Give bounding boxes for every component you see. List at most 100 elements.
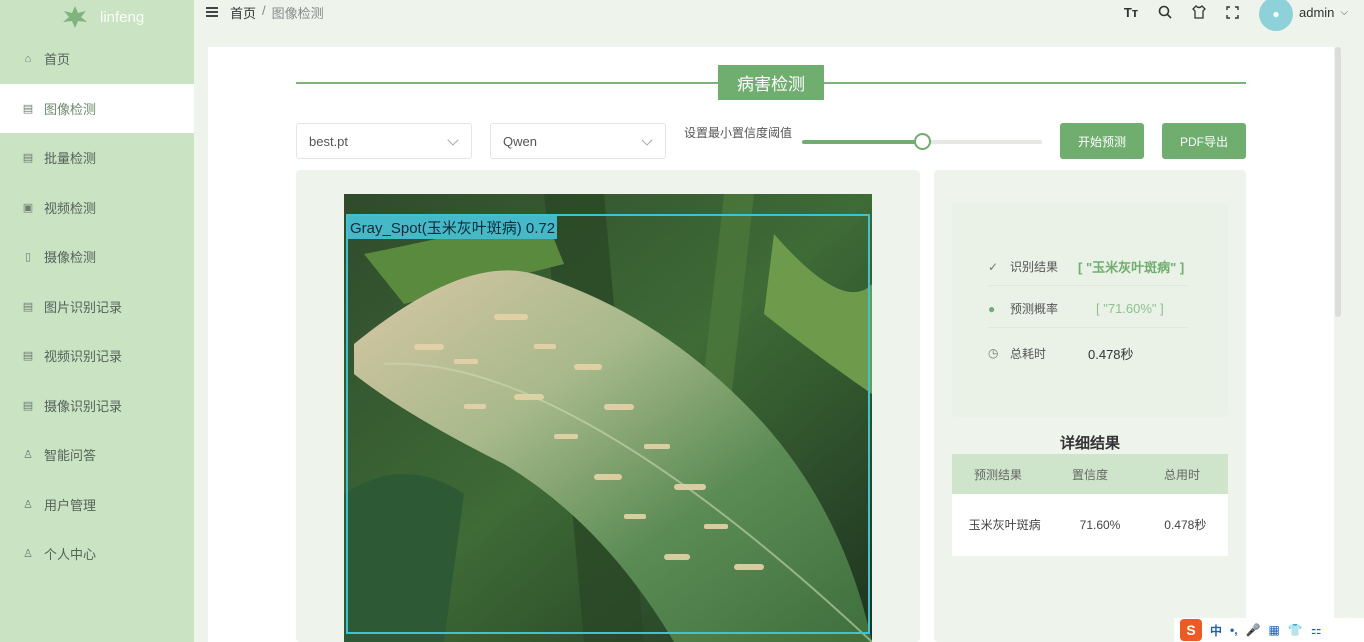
sidebar-item-5[interactable]: ▤ 图片识别记录 — [0, 282, 194, 332]
page-title: 病害检测 — [718, 65, 824, 100]
ime-logo-icon[interactable]: S — [1180, 619, 1202, 641]
table-row: 玉米灰叶斑病 71.60% 0.478秒 — [952, 494, 1228, 556]
probability-label: 预测概率 — [1010, 302, 1059, 316]
sidebar-item-1[interactable]: ▤ 图像检测 — [0, 83, 194, 133]
top-bar: 首页 / 图像检测 Tт ● admin ⌵ — [194, 0, 1364, 31]
user-menu[interactable]: ● admin ⌵ — [1258, 0, 1348, 31]
keyboard-icon[interactable]: ▦ — [1269, 623, 1280, 637]
sidebar-item-0[interactable]: ⌂ 首页 — [0, 34, 194, 84]
search-icon[interactable] — [1157, 4, 1173, 20]
sidebar-item-7[interactable]: ▤ 摄像识别记录 — [0, 381, 194, 431]
table-header-cell: 置信度 — [1071, 467, 1108, 482]
main-card: 病害检测 best.pt Qwen 设置最小置信度阈值 开始预测 PDF导出 G… — [208, 47, 1334, 642]
chevron-down-icon — [641, 134, 653, 146]
logo: linfeng — [0, 0, 194, 34]
chevron-down-icon — [447, 134, 459, 146]
confidence-label: 设置最小置信度阈值 — [684, 126, 793, 140]
user-icon: ♙ — [23, 449, 33, 462]
pdf-export-button[interactable]: PDF导出 — [1162, 123, 1246, 159]
sidebar-item-label: 个人中心 — [44, 547, 97, 563]
sidebar-item-8[interactable]: ♙ 智能问答 — [0, 430, 194, 480]
camera-icon: ▯ — [24, 251, 32, 264]
ime-lang-toggle[interactable]: 中 — [1210, 622, 1222, 639]
skin-icon[interactable]: 👕 — [1288, 623, 1303, 637]
sidebar-item-label: 批量检测 — [44, 151, 97, 167]
theme-icon[interactable] — [1191, 4, 1207, 20]
sidebar: linfeng ⌂ 首页 ▤ 图像检测 ▤ 批量检测 ▣ 视频检测 ▯ 摄像检测 ▤ 图片识别记录 ▤ 视… — [0, 0, 194, 642]
top-tools: Tт ● admin ⌵ — [1123, 0, 1348, 31]
slider-handle[interactable] — [914, 133, 931, 150]
probability-value: [ "71.60%" ] — [1096, 301, 1164, 316]
sidebar-item-6[interactable]: ▤ 视频识别记录 — [0, 331, 194, 381]
time-value: 0.478秒 — [1088, 346, 1134, 362]
llm-select-value: Qwen — [503, 133, 537, 149]
sidebar-item-2[interactable]: ▤ 批量检测 — [0, 133, 194, 183]
model-select[interactable]: best.pt — [296, 123, 472, 159]
detection-label: Gray_Spot(玉米灰叶斑病) 0.72 — [348, 216, 558, 239]
sidebar-nav: ⌂ 首页 ▤ 图像检测 ▤ 批量检测 ▣ 视频检测 ▯ 摄像检测 ▤ 图片识别记录 ▤ 视频识别记录 ▤ 摄像… — [0, 34, 194, 579]
microphone-icon[interactable]: 🎤 — [1246, 623, 1261, 637]
app-name: linfeng — [100, 8, 145, 26]
breadcrumb: 首页 / 图像检测 — [230, 3, 324, 22]
table-cell: 0.478秒 — [1164, 517, 1207, 532]
user-name: admin — [1298, 4, 1335, 20]
breadcrumb-home[interactable]: 首页 — [230, 3, 256, 22]
table-cell: 玉米灰叶斑病 — [968, 517, 1041, 532]
user-icon: ♙ — [23, 498, 33, 511]
recognition-row: ✓ 识别结果 [ "玉米灰叶斑病" ] — [988, 248, 1188, 286]
batch-icon: ▤ — [22, 152, 34, 165]
confidence-slider[interactable] — [802, 133, 1042, 150]
sidebar-item-label: 摄像识别记录 — [44, 398, 123, 414]
sidebar-item-label: 用户管理 — [44, 497, 97, 513]
chevron-down-icon: ⌵ — [1340, 6, 1348, 18]
sidebar-item-label: 首页 — [44, 52, 71, 68]
recognition-value: [ "玉米灰叶斑病" ] — [1078, 260, 1185, 275]
result-panel: ✓ 识别结果 [ "玉米灰叶斑病" ] ● 预测概率 [ "71.60%" ] … — [934, 170, 1246, 642]
grid-icon[interactable]: ⚏ — [1311, 623, 1322, 637]
sidebar-item-3[interactable]: ▣ 视频检测 — [0, 183, 194, 233]
font-size-icon[interactable]: Tт — [1123, 4, 1139, 20]
image-panel: Gray_Spot(玉米灰叶斑病) 0.72 — [296, 170, 920, 642]
result-table: 预测结果 置信度 总用时 玉米灰叶斑病 71.60% 0.478秒 — [952, 454, 1228, 556]
video-icon: ▣ — [22, 201, 34, 214]
record-icon: ▤ — [22, 350, 34, 363]
table-header-cell: 预测结果 — [973, 467, 1022, 482]
probability-row: ● 预测概率 [ "71.60%" ] — [988, 290, 1188, 328]
sidebar-item-label: 视频检测 — [44, 200, 97, 216]
detail-title: 详细结果 — [1059, 435, 1120, 452]
result-summary: ✓ 识别结果 [ "玉米灰叶斑病" ] ● 预测概率 [ "71.60%" ] … — [952, 202, 1228, 417]
location-pin-icon: ● — [988, 301, 996, 316]
sidebar-item-4[interactable]: ▯ 摄像检测 — [0, 232, 194, 282]
sidebar-item-10[interactable]: ♙ 个人中心 — [0, 529, 194, 579]
check-icon: ✓ — [988, 259, 999, 274]
record-icon: ▤ — [22, 399, 34, 412]
image-icon: ▤ — [22, 102, 34, 115]
sidebar-item-label: 图片识别记录 — [44, 299, 123, 315]
sidebar-item-label: 摄像检测 — [44, 250, 97, 266]
ime-punct-icon[interactable]: •, — [1230, 623, 1238, 637]
table-header: 预测结果 置信度 总用时 — [952, 454, 1228, 494]
detection-bounding-box: Gray_Spot(玉米灰叶斑病) 0.72 — [346, 214, 870, 634]
clock-icon: ◷ — [988, 346, 999, 360]
sidebar-item-label: 智能问答 — [44, 448, 97, 464]
home-icon: ⌂ — [24, 52, 32, 65]
table-cell: 71.60% — [1079, 517, 1121, 532]
record-icon: ▤ — [22, 300, 34, 313]
scrollbar[interactable] — [1335, 47, 1341, 317]
leaf-logo-icon — [63, 6, 87, 28]
time-row: ◷ 总耗时 0.478秒 — [988, 334, 1188, 372]
detection-image: Gray_Spot(玉米灰叶斑病) 0.72 — [344, 194, 872, 642]
sidebar-item-9[interactable]: ♙ 用户管理 — [0, 480, 194, 530]
ime-toolbar: S 中 •, 🎤 ▦ 👕 ⚏ — [1174, 618, 1364, 642]
sidebar-item-label: 图像检测 — [44, 101, 97, 117]
menu-toggle-icon[interactable] — [206, 7, 218, 17]
table-header-cell: 总用时 — [1163, 467, 1200, 482]
avatar[interactable]: ● — [1258, 0, 1293, 31]
time-label: 总耗时 — [1010, 346, 1047, 361]
start-predict-button[interactable]: 开始预测 — [1060, 123, 1144, 159]
model-select-value: best.pt — [309, 133, 349, 149]
slider-fill — [802, 140, 922, 144]
fullscreen-icon[interactable] — [1225, 4, 1241, 20]
llm-select[interactable]: Qwen — [490, 123, 666, 159]
sidebar-item-label: 视频识别记录 — [44, 349, 123, 365]
